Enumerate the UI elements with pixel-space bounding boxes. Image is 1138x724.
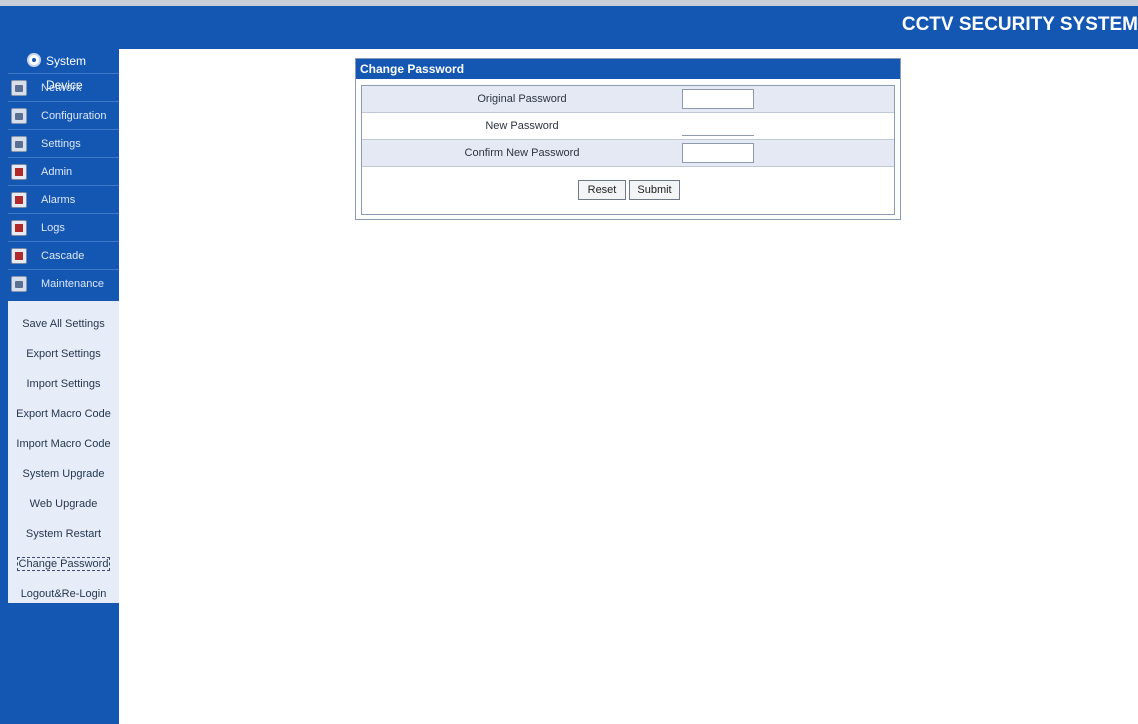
new-password-label: New Password <box>485 120 559 132</box>
original-password-label: Original Password <box>477 93 567 105</box>
cascade-icon <box>11 248 27 264</box>
sidebar-item-label: Alarms <box>41 194 76 206</box>
submenu-item-web-upgrade[interactable]: Web Upgrade <box>8 489 119 519</box>
submenu-item-logout-relogin[interactable]: Logout&Re-Login <box>8 579 119 609</box>
form-row-original-password: Original Password <box>362 86 894 113</box>
sidebar-item-label: Cascade <box>41 250 85 262</box>
panel-title: Change Password <box>356 59 900 79</box>
submenu-item-change-password[interactable]: Change Password <box>8 549 119 579</box>
maintenance-submenu: Save All Settings Export Settings Import… <box>8 301 119 603</box>
change-password-form: Original Password New Password Confirm N… <box>361 85 895 215</box>
sidebar-item-label: Maintenance <box>41 278 104 290</box>
sidebar-root-system-device[interactable]: System Device <box>8 49 119 92</box>
admin-icon <box>11 164 27 180</box>
sidebar-item-cascade[interactable]: Cascade <box>8 241 119 269</box>
sidebar: System Device Network Configuration Sett… <box>0 49 119 724</box>
confirm-new-password-label: Confirm New Password <box>464 147 580 159</box>
sidebar-item-network[interactable]: Network <box>8 73 119 101</box>
sidebar-item-label: Settings <box>41 138 81 150</box>
maintenance-icon <box>11 276 27 292</box>
form-actions: Reset Submit <box>362 167 894 214</box>
new-password-field[interactable] <box>682 116 754 136</box>
submenu-item-import-settings[interactable]: Import Settings <box>8 369 119 399</box>
settings-icon <box>11 136 27 152</box>
reset-button[interactable]: Reset <box>578 180 626 200</box>
form-row-confirm-password: Confirm New Password <box>362 140 894 167</box>
sidebar-item-label: Network <box>41 82 82 94</box>
system-device-icon <box>27 53 41 67</box>
app-title: CCTV SECURITY SYSTEM <box>901 14 1138 35</box>
change-password-panel: Change Password Original Password New Pa… <box>355 58 901 220</box>
submenu-item-export-macro-code[interactable]: Export Macro Code <box>8 399 119 429</box>
sidebar-item-label: Logs <box>41 222 65 234</box>
submenu-item-system-upgrade[interactable]: System Upgrade <box>8 459 119 489</box>
submenu-item-system-restart[interactable]: System Restart <box>8 519 119 549</box>
sidebar-item-logs[interactable]: Logs <box>8 213 119 241</box>
top-strip <box>0 0 1138 6</box>
submenu-item-export-settings[interactable]: Export Settings <box>8 339 119 369</box>
submenu-item-save-all-settings[interactable]: Save All Settings <box>8 309 119 339</box>
sidebar-item-configuration[interactable]: Configuration <box>8 101 119 129</box>
form-row-new-password: New Password <box>362 113 894 140</box>
sidebar-menu: System Device Network Configuration Sett… <box>8 49 119 724</box>
submit-button[interactable]: Submit <box>629 180 680 200</box>
original-password-field[interactable] <box>682 89 754 109</box>
sidebar-item-maintenance[interactable]: Maintenance <box>8 269 119 297</box>
sidebar-item-settings[interactable]: Settings <box>8 129 119 157</box>
app-root: CCTV SECURITY SYSTEM System Device Netwo… <box>0 0 1138 724</box>
sidebar-item-label: Admin <box>41 166 73 178</box>
sidebar-item-alarms[interactable]: Alarms <box>8 185 119 213</box>
top-banner: CCTV SECURITY SYSTEM <box>0 0 1138 49</box>
alarms-icon <box>11 192 27 208</box>
configuration-icon <box>11 108 27 124</box>
logs-icon <box>11 220 27 236</box>
sidebar-item-admin[interactable]: Admin <box>8 157 119 185</box>
sidebar-item-label: Configuration <box>41 110 107 122</box>
confirm-new-password-field[interactable] <box>682 143 754 163</box>
submenu-item-import-macro-code[interactable]: Import Macro Code <box>8 429 119 459</box>
network-icon <box>11 80 27 96</box>
